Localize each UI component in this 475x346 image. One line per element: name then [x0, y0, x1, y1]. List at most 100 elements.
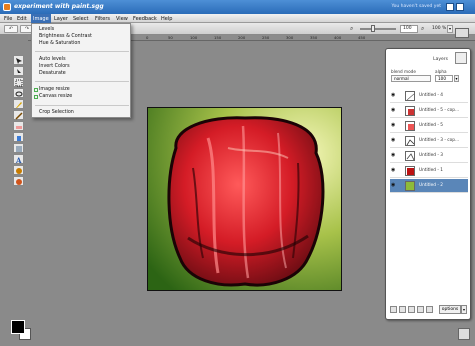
menu-item-levels[interactable]: Levels [39, 27, 54, 32]
panel-toggle-icon[interactable] [455, 28, 469, 38]
ruler-tick: 400 [334, 35, 342, 40]
zoom-level: 100 % [432, 26, 447, 31]
delete-layer-icon[interactable] [426, 306, 433, 313]
menu-item-auto-levels[interactable]: Auto levels [39, 57, 66, 62]
foreground-color-swatch[interactable] [11, 320, 25, 334]
layer-thumbnail [405, 166, 415, 176]
menu-separator [35, 51, 129, 52]
eye-icon[interactable]: ◉ [391, 123, 397, 128]
layer-name: Untitled - 3 - cop... [419, 138, 460, 143]
menu-help[interactable]: Help [161, 16, 172, 22]
menu-separator [35, 105, 129, 106]
zoom-dropdown[interactable]: ▾ [447, 25, 453, 33]
canvas-painting [148, 108, 341, 290]
layers-panel: Layers blend mode alpha normal 100 ▾ ◉ U… [385, 48, 471, 320]
layer-row[interactable]: ◉ Untitled - 1 [390, 164, 468, 178]
svg-text:A: A [15, 156, 22, 164]
layer-row[interactable]: ◉ Untitled - 2 [390, 179, 468, 193]
menu-item-brightness-contrast[interactable]: Brightness & Contrast [39, 34, 92, 39]
menu-item-invert-colors[interactable]: Invert Colors [39, 64, 70, 69]
menu-item-canvas-resize[interactable]: Canvas resize [39, 94, 72, 99]
chevron-down-icon[interactable]: ▾ [461, 305, 467, 314]
ruler-tick: 0 [146, 35, 149, 40]
menu-select[interactable]: Select [73, 16, 88, 22]
menu-edit[interactable]: Edit [17, 16, 27, 22]
pointer-tool-icon[interactable] [13, 66, 24, 76]
zoom-value-field[interactable]: 100 [400, 25, 418, 33]
layer-row[interactable]: ◉ Untitled - 3 [390, 149, 468, 163]
save-status: You haven't saved yet [391, 4, 441, 9]
menu-item-crop-selection[interactable]: Crop Selection [39, 110, 74, 115]
layer-thumbnail [405, 151, 415, 161]
layer-name: Untitled - 1 [419, 168, 444, 173]
ruler-tick: 100 [190, 35, 198, 40]
eye-icon[interactable]: ◉ [391, 138, 397, 143]
pencil-tool-icon[interactable] [13, 99, 24, 109]
app-icon [3, 3, 11, 11]
ruler-tick: 150 [214, 35, 222, 40]
layer-name: Untitled - 5 [419, 123, 444, 128]
image-menu-dropdown: Levels Brightness & Contrast Hue & Satur… [31, 23, 131, 118]
menu-file[interactable]: File [4, 16, 12, 22]
eye-icon[interactable]: ◉ [391, 108, 397, 113]
layer-thumbnail [405, 106, 415, 116]
eye-icon[interactable]: ◉ [391, 183, 397, 188]
brush-tool-icon[interactable] [13, 110, 24, 120]
layer-row[interactable]: ◉ Untitled - 5 - cop... [390, 104, 468, 118]
help-button[interactable] [446, 3, 454, 11]
layer-thumbnail [405, 181, 415, 191]
duplicate-layer-icon[interactable] [399, 306, 406, 313]
gradient-tool-icon[interactable] [13, 143, 24, 153]
menu-item-desaturate[interactable]: Desaturate [39, 71, 66, 76]
layer-row[interactable]: ◉ Untitled - 5 [390, 119, 468, 133]
fill-tool-icon[interactable] [13, 132, 24, 142]
eye-icon[interactable]: ◉ [391, 168, 397, 173]
menu-feedback[interactable]: Feedback [133, 16, 157, 22]
eye-icon[interactable]: ◉ [391, 153, 397, 158]
menu-image[interactable]: Image [31, 14, 51, 23]
menu-layer[interactable]: Layer [54, 16, 68, 22]
ruler-tick: 250 [262, 35, 270, 40]
layers-bottom-bar: options ▾ [390, 305, 468, 315]
menu-bar: File Edit Image Layer Select Filters Vie… [0, 14, 475, 23]
menu-filters[interactable]: Filters [95, 16, 110, 22]
close-button[interactable] [456, 3, 464, 11]
new-layer-icon[interactable] [390, 306, 397, 313]
eye-icon[interactable]: ◉ [391, 93, 397, 98]
zoom-out-icon[interactable]: ⌕ [350, 25, 353, 33]
layer-name: Untitled - 3 [419, 153, 444, 158]
undo-icon[interactable]: ↶ [4, 25, 18, 33]
menu-separator [35, 81, 129, 82]
layers-panel-title: Layers [433, 57, 448, 62]
layer-options-button[interactable]: options [439, 305, 461, 314]
image-resize-icon [34, 88, 38, 92]
layer-row[interactable]: ◉ Untitled - 4 [390, 89, 468, 103]
text-tool-icon[interactable]: A [13, 154, 24, 164]
alpha-label: alpha [435, 69, 447, 74]
layers-icon[interactable] [455, 52, 467, 64]
stamp-tool-icon[interactable] [13, 176, 24, 186]
alpha-dropdown[interactable]: ▾ [454, 75, 459, 82]
menu-view[interactable]: View [116, 16, 128, 22]
eraser-tool-icon[interactable] [13, 121, 24, 131]
menu-item-image-resize[interactable]: Image resize [39, 87, 70, 92]
lasso-tool-icon[interactable] [13, 88, 24, 98]
eyedropper-tool-icon[interactable] [13, 165, 24, 175]
canvas[interactable] [147, 107, 342, 291]
layer-settings-icon[interactable] [417, 306, 424, 313]
zoom-slider-knob[interactable] [371, 25, 375, 32]
zoom-slider[interactable] [360, 28, 396, 30]
move-tool-icon[interactable] [13, 55, 24, 65]
layer-name: Untitled - 4 [419, 93, 444, 98]
title-bar: experiment with paint.sgg You haven't sa… [0, 0, 475, 14]
ruler-tick: 200 [238, 35, 246, 40]
canvas-resize-icon [34, 95, 38, 99]
select-tool-icon[interactable] [13, 77, 24, 87]
layer-row[interactable]: ◉ Untitled - 3 - cop... [390, 134, 468, 148]
blend-mode-select[interactable]: normal [391, 75, 431, 82]
menu-item-hue-saturation[interactable]: Hue & Saturation [39, 41, 80, 46]
alpha-input[interactable]: 100 [435, 75, 453, 82]
zoom-in-icon[interactable]: ⌕ [421, 25, 424, 33]
navigator-toggle-icon[interactable] [458, 328, 470, 340]
merge-layer-icon[interactable] [408, 306, 415, 313]
